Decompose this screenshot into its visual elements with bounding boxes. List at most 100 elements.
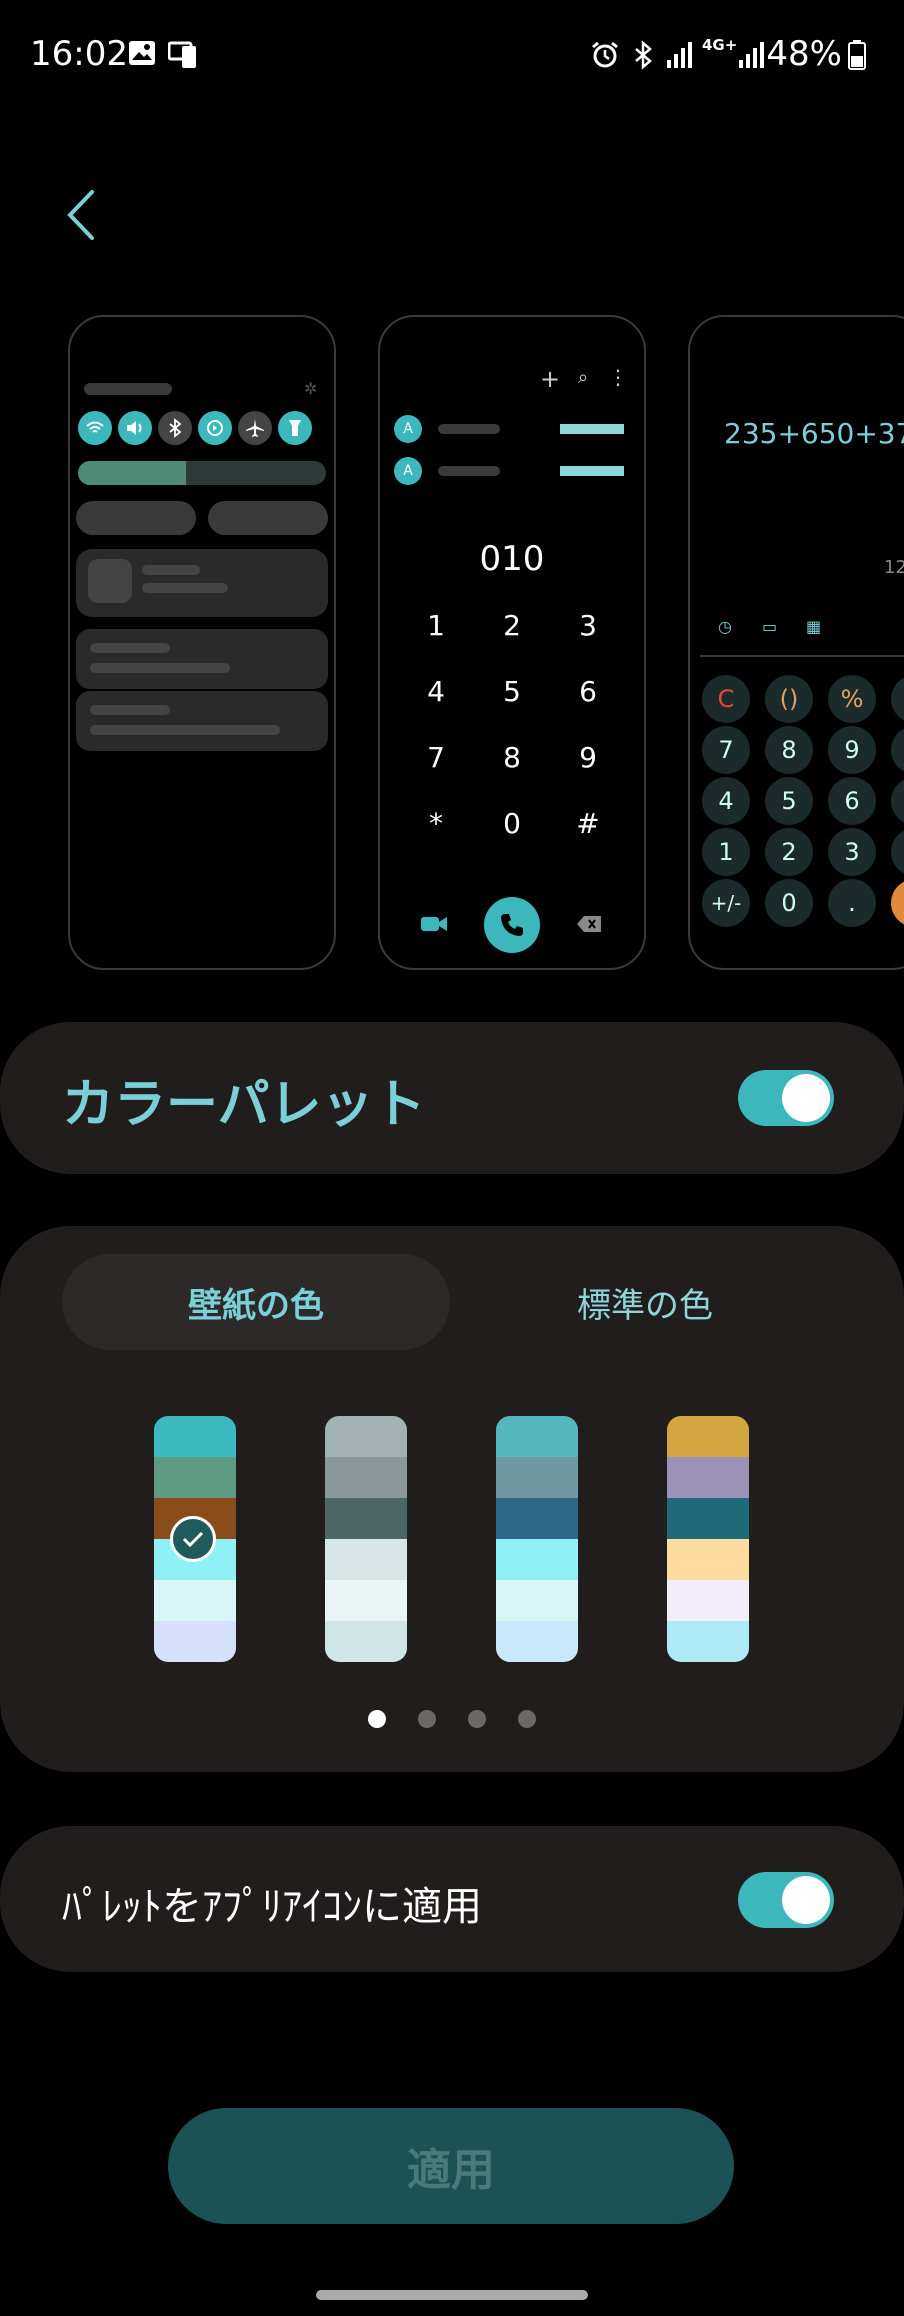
calc-key: () (765, 675, 813, 723)
ruler-icon: ▭ (762, 617, 778, 636)
placeholder-bar (84, 383, 172, 395)
signal-2-icon (738, 40, 764, 74)
placeholder-pill (208, 501, 328, 535)
calc-key (891, 777, 904, 825)
contact-avatar: A (394, 457, 422, 485)
placeholder-bar (560, 424, 624, 434)
more-icon: ⋮ (608, 365, 628, 389)
brightness-slider (78, 461, 326, 485)
tab-standard-colors[interactable]: 標準の色 (450, 1254, 840, 1350)
apply-to-icons-row[interactable]: ﾊﾟﾚｯﾄをｱﾌﾟﾘｱｲｺﾝに適用 (0, 1826, 904, 1972)
calc-key: 3 (828, 828, 876, 876)
dial-key: # (576, 807, 600, 840)
color-palette-row[interactable]: カラーパレット (0, 1022, 904, 1174)
calc-key: 1 (702, 828, 750, 876)
calc-key: 9 (828, 726, 876, 774)
notification-card (76, 629, 328, 689)
video-call-icon (420, 913, 448, 937)
status-bar: 16:02 4G+ 48% (0, 0, 904, 110)
home-indicator (316, 2290, 588, 2300)
notification-card (76, 691, 328, 751)
bluetooth-toggle-icon (158, 411, 192, 445)
dial-key: 5 (503, 675, 521, 708)
gear-icon: ✲ (304, 379, 318, 398)
network-type-label: 4G+ (702, 36, 738, 54)
dial-key: 9 (579, 741, 597, 774)
dial-key: 2 (503, 609, 521, 642)
palette-swatch[interactable] (325, 1416, 407, 1662)
dial-key: 0 (503, 807, 521, 840)
calc-key: 7 (702, 726, 750, 774)
airplane-icon (238, 411, 272, 445)
color-palette-toggle[interactable] (738, 1070, 834, 1126)
battery-percent: 48% (766, 34, 842, 74)
apply-to-icons-toggle[interactable] (738, 1872, 834, 1928)
alarm-icon (590, 40, 620, 74)
calc-key: . (828, 879, 876, 927)
page-indicator-dot[interactable] (468, 1710, 486, 1728)
calc-equals-key (891, 879, 904, 927)
auto-rotate-icon (198, 411, 232, 445)
dial-key: 7 (427, 741, 445, 774)
calc-expression: 235+650+375 (724, 417, 904, 450)
dialed-number: 010 (479, 539, 545, 579)
calc-result: 12 (884, 557, 904, 578)
plus-icon: + (540, 365, 561, 393)
color-palette-title: カラーパレット (62, 1075, 426, 1135)
gallery-icon (128, 40, 156, 70)
calc-key: % (828, 675, 876, 723)
sound-icon (118, 411, 152, 445)
history-icon: ◷ (718, 617, 732, 636)
apply-to-icons-label: ﾊﾟﾚｯﾄをｱﾌﾟﾘｱｲｺﾝに適用 (62, 1884, 482, 1930)
calc-key: +/- (702, 879, 750, 927)
page-indicator-dot[interactable] (368, 1710, 386, 1728)
screen-mirror-icon (167, 40, 200, 74)
placeholder-bar (438, 424, 500, 434)
flashlight-icon (278, 411, 312, 445)
tab-wallpaper-colors[interactable]: 壁紙の色 (62, 1254, 450, 1350)
back-button[interactable] (60, 180, 110, 250)
calc-key (891, 726, 904, 774)
grid-icon: ▦ (806, 617, 822, 636)
dial-key: 4 (427, 675, 445, 708)
dial-key: 1 (427, 609, 445, 642)
calc-key: C (702, 675, 750, 723)
palette-swatch[interactable] (496, 1416, 578, 1662)
calc-key (891, 828, 904, 876)
calc-key (891, 675, 904, 723)
chevron-left-icon (67, 190, 94, 240)
calc-key: 0 (765, 879, 813, 927)
preview-calculator: 235+650+375 12 ◷ ▭ ▦ C () % 7 8 9 4 5 6 … (688, 315, 904, 970)
backspace-icon (576, 915, 602, 937)
calc-key: 6 (828, 777, 876, 825)
signal-1-icon (666, 40, 692, 74)
calc-key: 2 (765, 828, 813, 876)
contact-avatar: A (394, 415, 422, 443)
dial-key: * (429, 807, 443, 840)
check-icon (170, 1516, 216, 1562)
dial-key: 8 (503, 741, 521, 774)
preview-dialer: + ⌕ ⋮ A A 010 1 2 3 4 5 6 7 8 9 * 0 # (378, 315, 646, 970)
palette-picker: 壁紙の色 標準の色 (0, 1226, 904, 1772)
calc-key: 4 (702, 777, 750, 825)
page-indicator-dot[interactable] (418, 1710, 436, 1728)
media-card (76, 549, 328, 617)
calc-key: 5 (765, 777, 813, 825)
calc-key: 8 (765, 726, 813, 774)
placeholder-bar (560, 466, 624, 476)
dial-key: 6 (579, 675, 597, 708)
palette-swatch[interactable] (667, 1416, 749, 1662)
battery-icon (848, 40, 866, 74)
placeholder-bar (438, 466, 500, 476)
divider (700, 655, 904, 657)
preview-quick-panel: ✲ (68, 315, 336, 970)
dial-key: 3 (579, 609, 597, 642)
apply-button[interactable]: 適用 (168, 2108, 734, 2224)
call-button-icon (484, 897, 540, 953)
status-time: 16:02 (30, 34, 128, 74)
page-indicator-dot[interactable] (518, 1710, 536, 1728)
placeholder-pill (76, 501, 196, 535)
search-icon: ⌕ (578, 367, 589, 388)
wifi-icon (78, 411, 112, 445)
bluetooth-icon (632, 40, 656, 74)
